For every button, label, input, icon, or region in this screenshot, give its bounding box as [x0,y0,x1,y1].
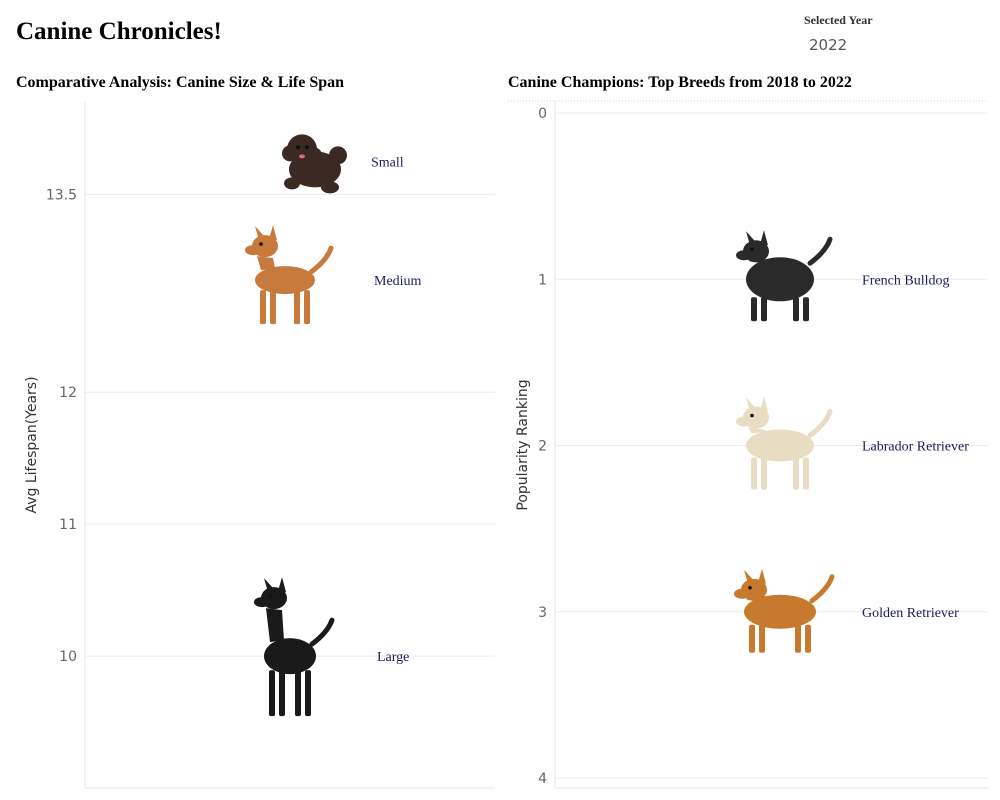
charts-canvas: 10111213.5 Avg Lifespan(Years) SmallMedi… [24,100,988,789]
point-label: Labrador Retriever [862,440,969,455]
y-tick-label: 4 [538,771,547,787]
right-chart: 0 1 2 3 4 Popularity Ranking French Bulldog L… [508,100,988,789]
small-dog-icon[interactable] [282,134,347,194]
french-bulldog-icon[interactable] [736,230,833,322]
y-tick-label: 1 [538,272,547,288]
y-tick-label: 10 [59,649,77,665]
labrador-retriever-icon[interactable] [736,396,833,490]
y-tick-label: 13.5 [46,187,77,203]
point-label: Golden Retriever [862,606,959,621]
y-tick-label: 2 [538,439,547,455]
point-label: Medium [374,274,422,289]
y-tick-label: 12 [59,385,77,401]
medium-dog-icon[interactable] [245,225,334,325]
point-label: French Bulldog [862,273,950,288]
golden-retriever-icon[interactable] [734,568,835,653]
right-y-axis-title: Popularity Ranking [515,379,531,510]
large-dog-icon[interactable] [254,577,335,717]
left-y-axis-title: Avg Lifespan(Years) [24,376,40,513]
point-label: Large [377,650,409,665]
y-tick-label: 11 [59,517,77,533]
y-tick-label: 0 [538,106,547,122]
left-chart: 10 11 12 13.5 Avg Lifespan(Years) Small Medi… [24,102,495,789]
y-tick-label: 3 [538,605,547,621]
point-label: Small [371,155,404,170]
